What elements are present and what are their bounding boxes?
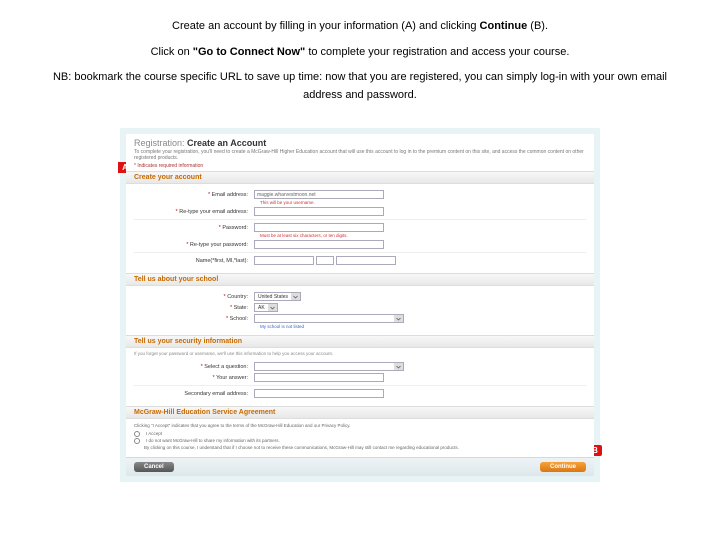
answer-field[interactable] xyxy=(254,373,384,382)
decline-b-label: By clicking on this course, I understand… xyxy=(144,445,459,450)
question-value xyxy=(255,364,262,370)
retype-password-label: Re-type your password: xyxy=(190,242,248,248)
text: Create an account by filling in your inf… xyxy=(172,20,480,32)
radio-icon[interactable] xyxy=(134,438,140,444)
password-field[interactable] xyxy=(254,223,384,232)
country-label: Country: xyxy=(227,294,248,300)
school-select[interactable] xyxy=(254,314,404,323)
header-subtext: To complete your registration, you'll ne… xyxy=(134,149,586,161)
registration-header: Registration: Create an Account To compl… xyxy=(126,134,594,171)
chevron-down-icon xyxy=(268,304,277,311)
instruction-line-1: Create an account by filling in your inf… xyxy=(40,18,680,36)
section-create-account: Create your account xyxy=(126,171,594,184)
text-bold: "Go to Connect Now" xyxy=(193,46,305,58)
chevron-down-icon xyxy=(394,315,403,322)
agreement-text: Clicking "I Accept" indicates that you a… xyxy=(134,423,586,428)
accept-label: I Accept xyxy=(146,431,162,437)
section-school: Tell us about your school xyxy=(126,273,594,286)
retype-password-field[interactable] xyxy=(254,240,384,249)
last-name-field[interactable] xyxy=(336,256,396,265)
name-label: Name(*first, MI,*last): xyxy=(196,258,248,264)
secondary-email-label: Secondary email address: xyxy=(184,391,248,397)
radio-icon[interactable] xyxy=(134,431,140,437)
section-agreement: McGraw-Hill Education Service Agreement xyxy=(126,406,594,419)
required-note: * Indicates required information xyxy=(134,163,586,169)
country-select[interactable]: United States xyxy=(254,292,301,301)
first-name-field[interactable] xyxy=(254,256,314,265)
text: (B). xyxy=(527,20,548,32)
answer-label: Your answer: xyxy=(216,375,248,381)
cancel-button[interactable]: Cancel xyxy=(134,462,174,472)
school-value xyxy=(255,316,262,322)
text: Click on xyxy=(151,46,193,58)
mi-field[interactable] xyxy=(316,256,334,265)
instruction-line-3: NB: bookmark the course specific URL to … xyxy=(40,69,680,104)
email-hint: This will be your username. xyxy=(134,200,586,205)
screenshot-container: A B Registration: Create an Account To c… xyxy=(120,128,600,482)
decline-a-label: I do not want McGraw-Hill to share my in… xyxy=(146,438,280,444)
question-label: Select a question: xyxy=(204,364,248,370)
secondary-email-field[interactable] xyxy=(254,389,384,398)
email-field[interactable]: maggie.wharvestmoon.net xyxy=(254,190,384,199)
retype-email-field[interactable] xyxy=(254,207,384,216)
section-security: Tell us your security information xyxy=(126,335,594,348)
password-label: Password: xyxy=(222,225,248,231)
security-hint: If you forget your password or username,… xyxy=(126,348,594,356)
title-gray: Registration: xyxy=(134,138,187,148)
button-bar: Cancel Continue xyxy=(126,457,594,476)
state-label: State: xyxy=(234,305,248,311)
country-value: United States xyxy=(255,294,291,300)
retype-email-label: Re-type your email address: xyxy=(179,209,248,215)
school-label: School: xyxy=(230,316,248,322)
instruction-line-2: Click on "Go to Connect Now" to complete… xyxy=(40,44,680,62)
state-value: AK xyxy=(255,305,268,311)
chevron-down-icon xyxy=(291,293,300,300)
password-hint: Must be at least six characters, or ten … xyxy=(134,233,586,238)
text: to complete your registration and access… xyxy=(305,46,569,58)
chevron-down-icon xyxy=(394,363,403,370)
question-select[interactable] xyxy=(254,362,404,371)
text-bold: Continue xyxy=(480,20,528,32)
continue-button[interactable]: Continue xyxy=(540,462,586,472)
email-label: Email address: xyxy=(212,192,248,198)
title-main: Create an Account xyxy=(187,138,266,148)
school-link[interactable]: My school is not listed xyxy=(134,324,586,329)
state-select[interactable]: AK xyxy=(254,303,278,312)
